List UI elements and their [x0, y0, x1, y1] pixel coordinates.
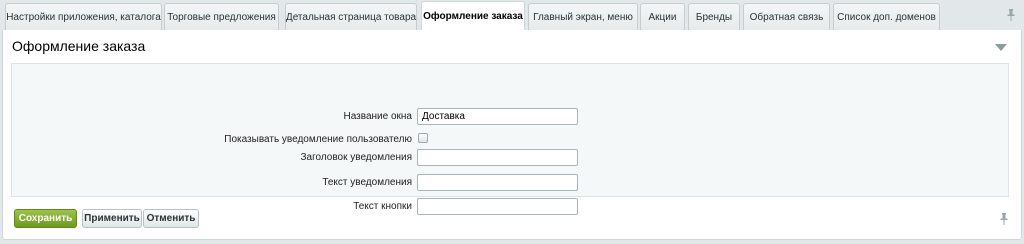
show-notification-label: Показывать уведомление пользователю [224, 134, 412, 145]
tab-label: Бренды [695, 11, 733, 23]
tab-product-detail[interactable]: Детальная страница товара [285, 3, 417, 30]
tab-brands[interactable]: Бренды [688, 3, 740, 30]
form-row-notification-text: Текст уведомления [12, 174, 1010, 192]
button-text-label: Текст кнопки [353, 201, 412, 212]
tab-label: Торговые предложения [167, 11, 276, 23]
notification-title-label: Заголовок уведомления [300, 152, 412, 163]
tab-main-screen[interactable]: Главный экран, меню [528, 3, 638, 30]
tab-bar: Настройки приложения, каталога Торговые … [0, 0, 1024, 31]
tab-promotions[interactable]: Акции [640, 3, 685, 30]
tab-label: Оформление заказа [423, 11, 523, 22]
window-name-input[interactable] [417, 108, 578, 125]
tab-label: Главный экран, меню [533, 11, 633, 23]
tab-label: Акции [648, 11, 677, 23]
notification-title-input[interactable] [417, 149, 578, 166]
chevron-down-icon[interactable] [995, 44, 1007, 51]
tab-extra-domains[interactable]: Список доп. доменов [833, 3, 940, 30]
tab-label: Детальная страница товара [285, 11, 417, 23]
pin-icon[interactable] [1006, 9, 1016, 21]
apply-button[interactable]: Применить [82, 209, 142, 228]
settings-panel: Оформление заказа Название окна Показыва… [2, 30, 1022, 240]
form-row-window-name: Название окна [12, 108, 1010, 126]
form-row-notification-title: Заголовок уведомления [12, 149, 1010, 167]
form-area: Название окна Показывать уведомление пол… [11, 63, 1010, 215]
tab-label: Обратная связь [749, 11, 824, 23]
window-name-label: Название окна [343, 111, 413, 122]
cancel-button[interactable]: Отменить [143, 209, 199, 228]
tab-label: Настройки приложения, каталога [6, 11, 161, 23]
panel-title: Оформление заказа [12, 38, 146, 54]
pin-icon[interactable] [999, 213, 1009, 225]
show-notification-checkbox[interactable] [418, 133, 428, 143]
button-text-input[interactable] [417, 198, 578, 215]
tab-trade-offers[interactable]: Торговые предложения [164, 3, 279, 30]
save-button[interactable]: Сохранить [14, 209, 77, 228]
tab-checkout[interactable]: Оформление заказа [421, 1, 525, 31]
tab-label: Список доп. доменов [837, 11, 936, 23]
notification-text-input[interactable] [417, 174, 578, 191]
form-row-show-notification: Показывать уведомление пользователю [12, 131, 1010, 149]
tab-feedback[interactable]: Обратная связь [743, 3, 830, 30]
notification-text-label: Текст уведомления [322, 177, 412, 188]
tab-app-settings[interactable]: Настройки приложения, каталога [5, 3, 162, 30]
